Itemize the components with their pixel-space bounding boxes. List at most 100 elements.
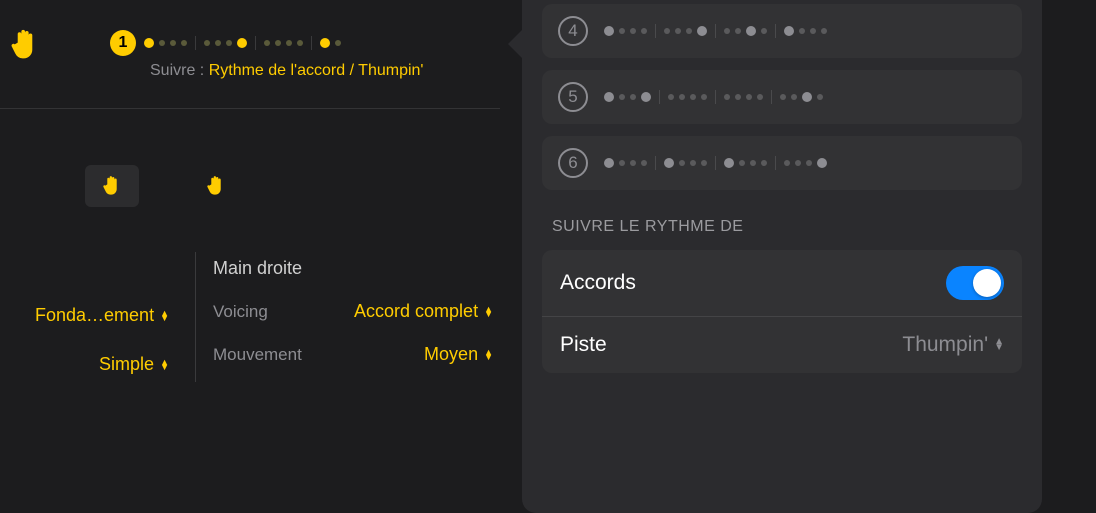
beat-dot <box>619 94 625 100</box>
preset-number-badge: 6 <box>558 148 588 178</box>
beat-divider <box>715 24 716 38</box>
beat-dot <box>802 92 812 102</box>
beat-divider <box>775 24 776 38</box>
beat-dot <box>761 28 767 34</box>
beat-dot <box>297 40 303 46</box>
beat-dot <box>237 38 247 48</box>
beat-divider <box>195 36 196 50</box>
beat-dot <box>275 40 281 46</box>
rhythm-pattern <box>604 156 827 170</box>
beat-dot <box>780 94 786 100</box>
piste-select[interactable]: Thumpin' ▲▼ <box>902 333 1004 357</box>
beat-dot <box>630 94 636 100</box>
follow-settings: Accords Piste Thumpin' ▲▼ <box>542 250 1022 373</box>
beat-dot <box>784 160 790 166</box>
beat-dot <box>675 28 681 34</box>
rhythm-pattern <box>604 90 823 104</box>
stepper-icon: ▲▼ <box>160 360 169 370</box>
beat-dot <box>795 160 801 166</box>
beat-dot <box>735 28 741 34</box>
accords-toggle[interactable] <box>946 266 1004 300</box>
beat-dot <box>286 40 292 46</box>
beat-dot <box>619 160 625 166</box>
beat-dot <box>686 28 692 34</box>
beat-divider <box>255 36 256 50</box>
beat-dot <box>810 28 816 34</box>
beat-dot <box>739 160 745 166</box>
movement-select[interactable]: Moyen ▲▼ <box>325 344 493 365</box>
movement-value: Moyen <box>424 344 478 365</box>
follow-label: Suivre : Rythme de l'accord / Thumpin' <box>150 62 423 80</box>
beat-dot <box>791 94 797 100</box>
preset-number: 1 <box>119 34 128 52</box>
beat-dot <box>664 158 674 168</box>
beat-dot <box>817 158 827 168</box>
voicing-value: Accord complet <box>354 301 478 322</box>
beat-dot <box>181 40 187 46</box>
voicing-select[interactable]: Accord complet ▲▼ <box>325 301 493 322</box>
beat-dot <box>746 94 752 100</box>
beat-dot <box>630 28 636 34</box>
preset-row-4[interactable]: 4 <box>542 4 1022 58</box>
beat-dot <box>226 40 232 46</box>
right-hand-button[interactable] <box>189 165 243 207</box>
hand-icon <box>102 175 122 197</box>
beat-dot <box>746 26 756 36</box>
preset-popover: 4 5 6 SUIVRE LE RYTHME DE Accords Piste Th… <box>522 0 1042 513</box>
stepper-icon: ▲▼ <box>484 350 493 360</box>
selected-preset-row[interactable]: 1 <box>110 30 341 56</box>
piste-label: Piste <box>560 333 607 357</box>
beat-dot <box>784 26 794 36</box>
beat-dot <box>320 38 330 48</box>
beat-dot <box>215 40 221 46</box>
preset-number-badge: 4 <box>558 16 588 46</box>
piste-value: Thumpin' <box>902 333 988 357</box>
beat-dot <box>264 40 270 46</box>
beat-dot <box>335 40 341 46</box>
follow-rhythm-caption: SUIVRE LE RYTHME DE <box>552 218 1022 236</box>
beat-dot <box>701 94 707 100</box>
simple-value: Simple <box>99 354 154 375</box>
beat-divider <box>655 156 656 170</box>
beat-dot <box>144 38 154 48</box>
fondamental-value: Fonda…ement <box>35 305 154 326</box>
hand-toggle-group <box>85 165 243 207</box>
accords-row: Accords <box>542 250 1022 317</box>
toggle-knob <box>973 269 1001 297</box>
beat-divider <box>715 156 716 170</box>
fondamental-select[interactable]: Fonda…ement ▲▼ <box>0 305 175 326</box>
beat-dot <box>619 28 625 34</box>
follow-value: Rythme de l'accord / Thumpin' <box>209 62 424 79</box>
simple-select[interactable]: Simple ▲▼ <box>0 354 175 375</box>
beat-divider <box>715 90 716 104</box>
beat-dot <box>204 40 210 46</box>
movement-row: Mouvement Moyen ▲▼ <box>213 344 493 365</box>
preset-row-5[interactable]: 5 <box>542 70 1022 124</box>
beat-dot <box>799 28 805 34</box>
beat-dot <box>679 160 685 166</box>
beat-divider <box>775 156 776 170</box>
beat-dot <box>724 158 734 168</box>
divider <box>195 252 196 382</box>
beat-dot <box>679 94 685 100</box>
left-hand-button[interactable] <box>85 165 139 207</box>
beat-dot <box>641 92 651 102</box>
hand-icon <box>206 175 226 197</box>
beat-dot <box>690 94 696 100</box>
beat-dot <box>664 28 670 34</box>
preset-number-badge: 1 <box>110 30 136 56</box>
beat-dot <box>604 26 614 36</box>
beat-divider <box>311 36 312 50</box>
piste-row[interactable]: Piste Thumpin' ▲▼ <box>542 317 1022 373</box>
beat-dot <box>604 158 614 168</box>
beat-dot <box>697 26 707 36</box>
beat-dot <box>761 160 767 166</box>
beat-dot <box>668 94 674 100</box>
preset-row-6[interactable]: 6 <box>542 136 1022 190</box>
beat-dot <box>641 28 647 34</box>
beat-dot <box>701 160 707 166</box>
beat-dot <box>806 160 812 166</box>
rhythm-pattern <box>144 36 341 50</box>
hand-icon <box>10 28 40 67</box>
beat-dot <box>724 28 730 34</box>
